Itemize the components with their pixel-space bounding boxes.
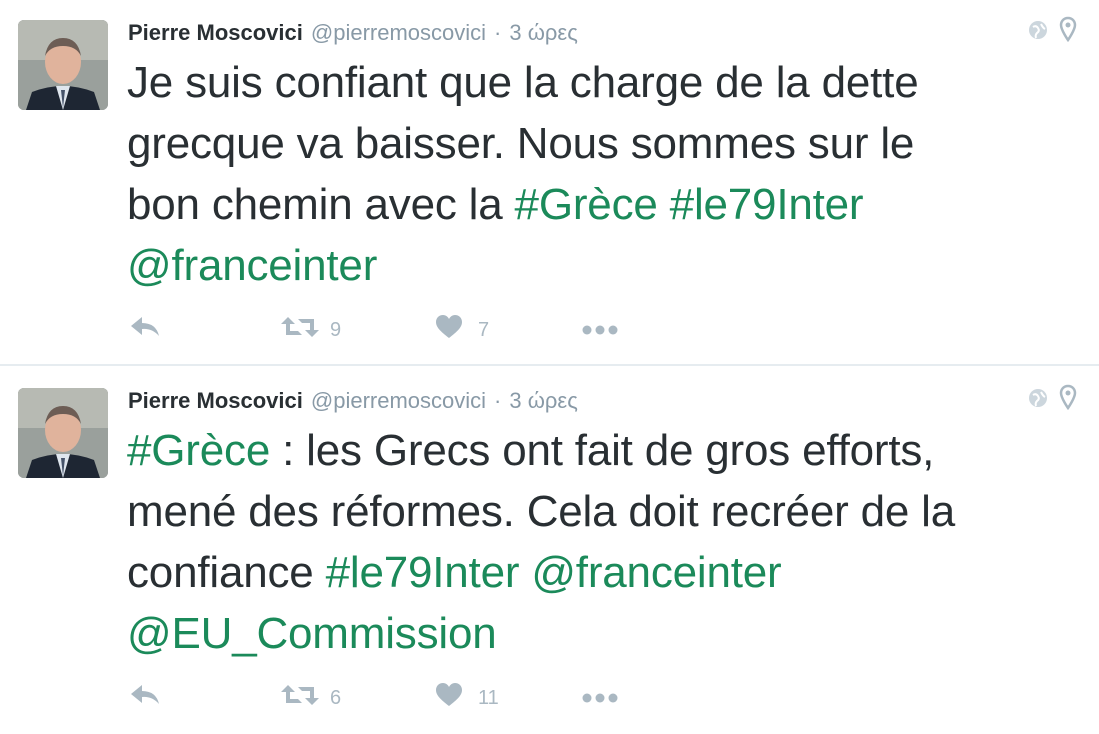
heart-icon xyxy=(434,314,464,346)
mention-link[interactable]: @franceinter xyxy=(531,548,781,597)
author-handle[interactable]: @pierremoscovici xyxy=(311,19,486,47)
tweet-header: Pierre Moscovici @pierremoscovici · 3 ώρ… xyxy=(128,387,578,415)
like-count: 11 xyxy=(478,686,499,709)
retweet-button[interactable]: 9 xyxy=(280,310,341,350)
retweet-icon xyxy=(280,682,320,714)
meta-icons xyxy=(1027,384,1077,417)
meta-icons xyxy=(1027,16,1077,49)
tweet-header: Pierre Moscovici @pierremoscovici · 3 ώρ… xyxy=(128,19,578,47)
timestamp[interactable]: 3 ώρες xyxy=(509,19,577,47)
author-name[interactable]: Pierre Moscovici xyxy=(128,19,303,47)
globe-icon[interactable] xyxy=(1027,387,1049,414)
retweet-count: 6 xyxy=(330,686,342,709)
separator: · xyxy=(494,20,502,45)
tweet[interactable]: Pierre Moscovici @pierremoscovici · 3 ώρ… xyxy=(0,368,1099,734)
separator: · xyxy=(494,388,502,413)
author-name[interactable]: Pierre Moscovici xyxy=(128,387,303,415)
tweet-text: Je suis confiant que la charge de la det… xyxy=(127,58,919,290)
hashtag-link[interactable]: #le79Inter xyxy=(326,548,520,597)
location-pin-icon[interactable] xyxy=(1059,384,1077,417)
like-button[interactable]: 11 xyxy=(434,678,499,718)
reply-button[interactable] xyxy=(128,678,162,718)
reply-button[interactable] xyxy=(128,310,162,350)
mention-link[interactable]: @EU_Commission xyxy=(127,609,497,658)
location-pin-icon[interactable] xyxy=(1059,16,1077,49)
retweet-count: 9 xyxy=(330,318,342,341)
avatar[interactable] xyxy=(18,20,108,110)
more-dots-icon xyxy=(581,687,619,710)
avatar[interactable] xyxy=(18,388,108,478)
heart-icon xyxy=(434,682,464,714)
more-button[interactable] xyxy=(581,310,619,350)
more-button[interactable] xyxy=(581,678,619,718)
hashtag-link[interactable]: #Grèce xyxy=(127,426,270,475)
tweet[interactable]: Pierre Moscovici @pierremoscovici · 3 ώρ… xyxy=(0,0,1099,366)
mention-link[interactable]: @franceinter xyxy=(127,241,377,290)
timestamp[interactable]: 3 ώρες xyxy=(509,387,577,415)
retweet-button[interactable]: 6 xyxy=(280,678,341,718)
reply-icon xyxy=(128,682,162,714)
like-count: 7 xyxy=(478,318,490,341)
retweet-icon xyxy=(280,314,320,346)
author-handle[interactable]: @pierremoscovici xyxy=(311,387,486,415)
hashtag-link[interactable]: #Grèce xyxy=(515,180,658,229)
hashtag-link[interactable]: #le79Inter xyxy=(670,180,864,229)
like-button[interactable]: 7 xyxy=(434,310,489,350)
reply-icon xyxy=(128,314,162,346)
tweet-text: #Grèce : les Grecs ont fait de gros effo… xyxy=(127,426,955,658)
more-dots-icon xyxy=(581,319,619,342)
globe-icon[interactable] xyxy=(1027,19,1049,46)
